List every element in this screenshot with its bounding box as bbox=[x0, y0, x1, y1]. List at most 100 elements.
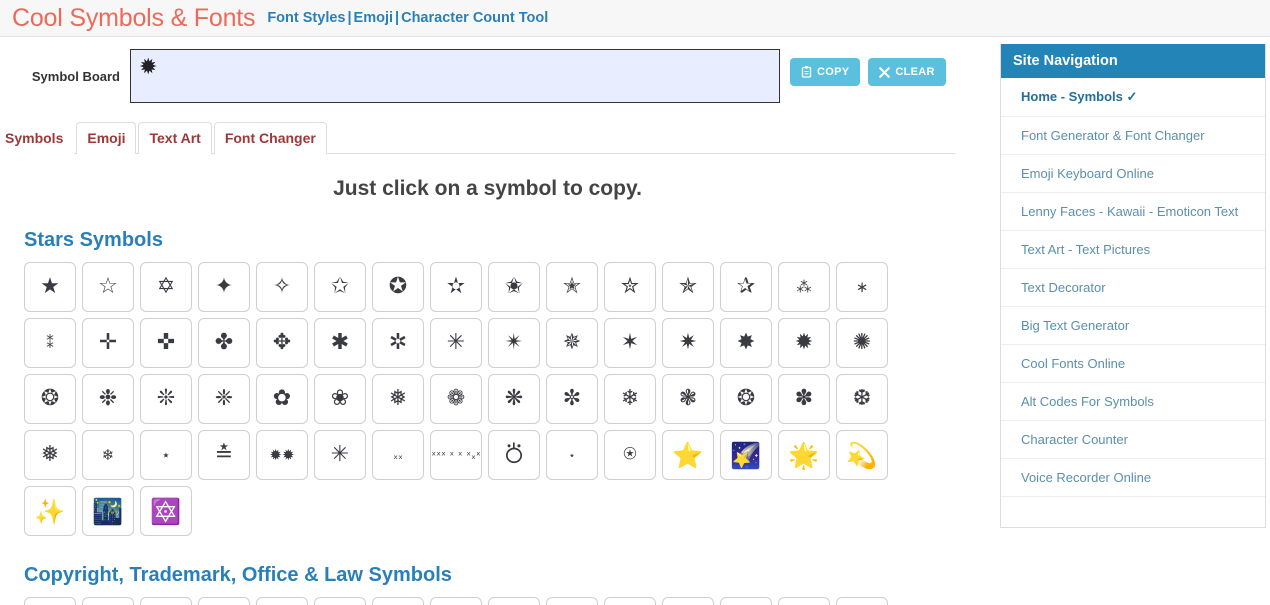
symbol-cell[interactable]: ℁ bbox=[546, 597, 598, 605]
symbol-cell[interactable]: ✲ bbox=[372, 318, 424, 368]
sidebar-item-voice-recorder-online[interactable]: Voice Recorder Online bbox=[1001, 459, 1265, 497]
symbol-cell[interactable]: ⋆ bbox=[546, 430, 598, 480]
symbol-cell[interactable]: ✯ bbox=[662, 262, 714, 312]
symbol-cell[interactable]: ⁑ bbox=[24, 318, 76, 368]
symbol-cell[interactable]: ❀ bbox=[314, 374, 366, 424]
symbol-cell[interactable]: ℅ bbox=[604, 597, 656, 605]
symbol-cell[interactable]: ℠ bbox=[198, 597, 250, 605]
symbol-cell[interactable]: ❁ bbox=[430, 374, 482, 424]
symbol-cell[interactable]: ℆ bbox=[662, 597, 714, 605]
symbol-cell[interactable]: ✶ bbox=[604, 318, 656, 368]
symbol-cell[interactable]: ⍟ bbox=[604, 430, 656, 480]
symbol-cell[interactable]: 🌃 bbox=[82, 486, 134, 536]
sidebar-item-big-text-generator[interactable]: Big Text Generator bbox=[1001, 307, 1265, 345]
symbol-cell[interactable]: ✽ bbox=[778, 374, 830, 424]
copy-button[interactable]: COPY bbox=[790, 58, 861, 86]
symbol-cell[interactable]: ✺ bbox=[836, 318, 888, 368]
symbol-cell[interactable]: ✛ bbox=[82, 318, 134, 368]
symbol-cell[interactable]: ✩ bbox=[314, 262, 366, 312]
symbol-cell[interactable]: ✰ bbox=[720, 262, 772, 312]
symbol-cell[interactable]: ✫ bbox=[430, 262, 482, 312]
symbol-cell[interactable]: ❋ bbox=[488, 374, 540, 424]
symbol-cell[interactable]: ❊ bbox=[140, 374, 192, 424]
tab-emoji[interactable]: Emoji bbox=[76, 122, 137, 154]
symbol-cell[interactable]: ❅ bbox=[372, 374, 424, 424]
symbol-cell[interactable]: ✡ bbox=[140, 262, 192, 312]
sidebar-item-font-generator-font-changer[interactable]: Font Generator & Font Changer bbox=[1001, 117, 1265, 155]
sidebar-item-character-counter[interactable]: Character Counter bbox=[1001, 421, 1265, 459]
symbol-cell[interactable]: ✼ bbox=[546, 374, 598, 424]
sidebar-item-home-symbols[interactable]: Home - Symbols ✓ bbox=[1001, 78, 1265, 117]
symbol-cell[interactable]: ✳ bbox=[314, 430, 366, 480]
symbol-cell[interactable]: ✹✹ bbox=[256, 430, 308, 480]
symbol-cell[interactable]: ✿ bbox=[256, 374, 308, 424]
symbol-cell[interactable]: ✜ bbox=[140, 318, 192, 368]
symbol-cell[interactable]: ℡ bbox=[256, 597, 308, 605]
sidebar-item-cool-fonts-online[interactable]: Cool Fonts Online bbox=[1001, 345, 1265, 383]
top-nav-link-character-count-tool[interactable]: Character Count Tool bbox=[401, 10, 548, 26]
symbol-cell[interactable]: ❄ bbox=[604, 374, 656, 424]
symbol-cell[interactable]: ❈ bbox=[198, 374, 250, 424]
symbol-cell[interactable]: ℀ bbox=[488, 597, 540, 605]
sidebar-item-alt-codes-for-symbols[interactable]: Alt Codes For Symbols bbox=[1001, 383, 1265, 421]
symbol-cell[interactable]: ✴ bbox=[488, 318, 540, 368]
symbol-cell[interactable]: ❃ bbox=[662, 374, 714, 424]
symbol-cell[interactable]: ✵ bbox=[546, 318, 598, 368]
symbol-cell[interactable]: 💫 bbox=[836, 430, 888, 480]
symbol-cell[interactable]: © bbox=[24, 597, 76, 605]
symbol-cell[interactable]: ✥ bbox=[256, 318, 308, 368]
symbol-cell[interactable]: ⁂ bbox=[778, 262, 830, 312]
symbol-cell[interactable]: 🔯 bbox=[140, 486, 192, 536]
sidebar-item-text-decorator[interactable]: Text Decorator bbox=[1001, 269, 1265, 307]
symbol-cell[interactable]: ❅ bbox=[24, 430, 76, 480]
symbol-cell[interactable]: ✱ bbox=[314, 318, 366, 368]
sidebar-item-text-art-text-pictures[interactable]: Text Art - Text Pictures bbox=[1001, 231, 1265, 269]
tab-font-changer[interactable]: Font Changer bbox=[213, 122, 327, 154]
symbol-cell[interactable]: ∗ bbox=[836, 262, 888, 312]
symbol-cell[interactable]: ✧ bbox=[256, 262, 308, 312]
symbol-cell[interactable]: ‰ bbox=[372, 597, 424, 605]
clear-button[interactable]: CLEAR bbox=[868, 58, 946, 86]
symbol-cell[interactable]: ⛣ bbox=[488, 430, 540, 480]
tab-symbols[interactable]: Symbols bbox=[0, 122, 75, 154]
symbol-cell[interactable]: 🎧 bbox=[778, 597, 830, 605]
symbol-cell[interactable]: № bbox=[430, 597, 482, 605]
symbol-cell[interactable]: ✳ bbox=[430, 318, 482, 368]
symbol-cell[interactable]: ❆ bbox=[836, 374, 888, 424]
symbol-cell[interactable]: ✤ bbox=[198, 318, 250, 368]
symbol-cell[interactable]: ✭ bbox=[546, 262, 598, 312]
symbol-cell[interactable]: ❂ bbox=[720, 374, 772, 424]
symbol-cell[interactable]: ✦ bbox=[198, 262, 250, 312]
symbol-cell[interactable]: ☏ bbox=[836, 597, 888, 605]
symbol-cell[interactable]: ★ bbox=[24, 262, 76, 312]
symbol-board-input[interactable] bbox=[130, 49, 780, 103]
sidebar-item-lenny-faces-kawaii-emoticon-text[interactable]: Lenny Faces - Kawaii - Emoticon Text bbox=[1001, 193, 1265, 231]
top-nav-link-font-styles[interactable]: Font Styles bbox=[267, 10, 345, 26]
tab-text-art[interactable]: Text Art bbox=[138, 122, 212, 154]
symbol-cell[interactable]: ≛ bbox=[198, 430, 250, 480]
symbol-cell[interactable]: 🌠 bbox=[720, 430, 772, 480]
symbol-cell[interactable]: ₓₓ bbox=[372, 430, 424, 480]
symbol-cell[interactable]: ⅍ bbox=[720, 597, 772, 605]
symbol-cell[interactable]: 🌟 bbox=[778, 430, 830, 480]
symbol-cell[interactable]: ✸ bbox=[720, 318, 772, 368]
symbol-cell[interactable]: ℗ bbox=[314, 597, 366, 605]
symbol-cell[interactable]: ˣˣˣ ˣ ˣ ˣₓˣ bbox=[430, 430, 482, 480]
symbol-cell[interactable]: ⋆ bbox=[140, 430, 192, 480]
symbol-cell[interactable]: ✮ bbox=[604, 262, 656, 312]
top-nav-link-emoji[interactable]: Emoji bbox=[354, 10, 393, 26]
symbol-cell[interactable]: ® bbox=[82, 597, 134, 605]
symbol-cell[interactable]: ™ bbox=[140, 597, 192, 605]
symbol-cell[interactable]: ✷ bbox=[662, 318, 714, 368]
clear-button-label: CLEAR bbox=[895, 66, 935, 78]
symbol-cell[interactable]: ❂ bbox=[24, 374, 76, 424]
symbol-cell[interactable]: ✪ bbox=[372, 262, 424, 312]
symbol-cell[interactable]: ✬ bbox=[488, 262, 540, 312]
symbol-cell[interactable]: ✹ bbox=[778, 318, 830, 368]
symbol-cell[interactable]: ❄ bbox=[82, 430, 134, 480]
symbol-cell[interactable]: ☆ bbox=[82, 262, 134, 312]
symbol-cell[interactable]: ⭐ bbox=[662, 430, 714, 480]
symbol-cell[interactable]: ✨ bbox=[24, 486, 76, 536]
sidebar-item-emoji-keyboard-online[interactable]: Emoji Keyboard Online bbox=[1001, 155, 1265, 193]
symbol-cell[interactable]: ❉ bbox=[82, 374, 134, 424]
